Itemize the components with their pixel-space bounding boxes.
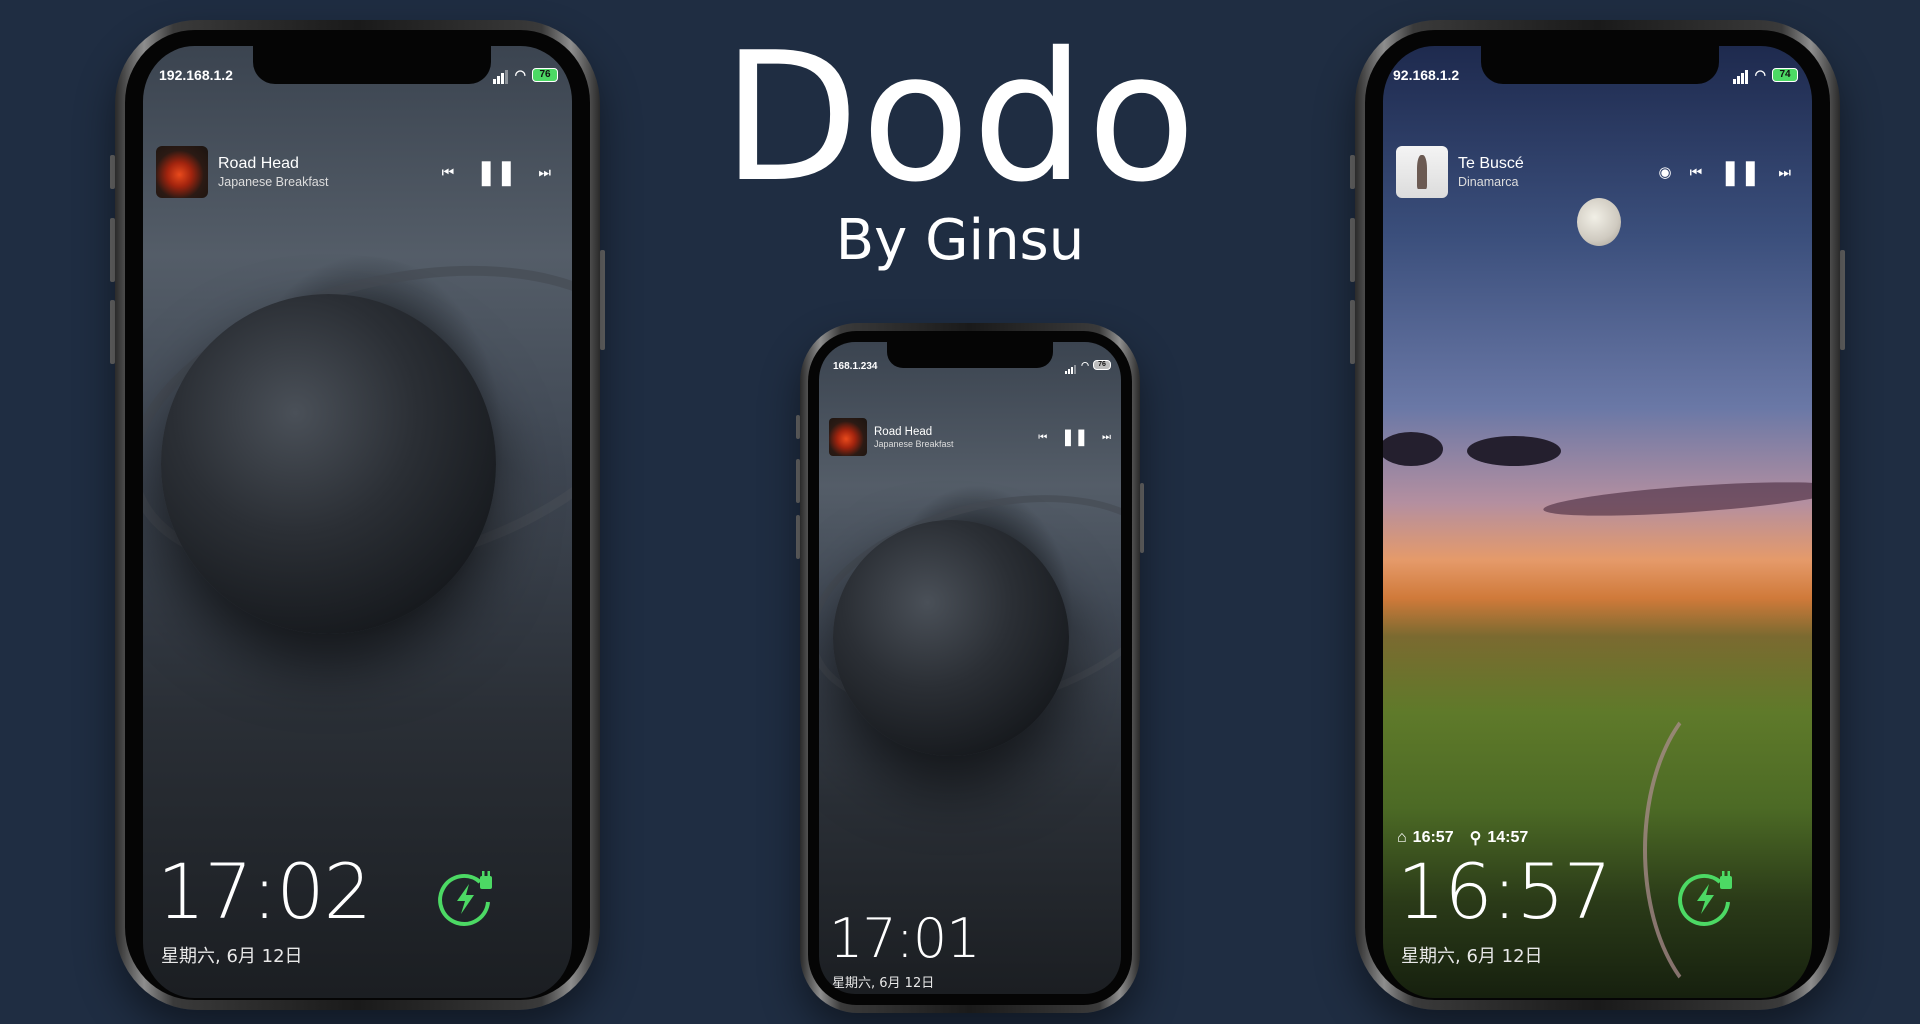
media-player: Road Head Japanese Breakfast ⏮ ❚❚ ⏭ xyxy=(156,146,551,198)
previous-track-icon[interactable]: ⏮ xyxy=(1690,164,1703,181)
song-title: Te Buscé xyxy=(1458,155,1524,172)
song-title: Road Head xyxy=(874,425,933,438)
song-artist: Japanese Breakfast xyxy=(218,175,329,189)
phone-right: 92.168.1.2 ◠ 74 Te Buscé Dinamarca ◉ ⏮ ❚… xyxy=(1350,20,1845,1010)
airplay-speaker-icon[interactable]: ◉ xyxy=(1658,163,1671,181)
lock-clock: 17:01 xyxy=(829,907,981,970)
road xyxy=(1643,686,1812,998)
pause-icon[interactable]: ❚❚ xyxy=(1061,427,1088,447)
song-artist: Dinamarca xyxy=(1458,175,1519,189)
battery-indicator: 76 xyxy=(532,68,558,82)
cellular-signal-icon xyxy=(1065,356,1077,374)
location-pin-icon: ⚲ xyxy=(1469,830,1482,847)
pause-icon[interactable]: ❚❚ xyxy=(476,158,516,187)
status-bar: 92.168.1.2 ◠ 74 xyxy=(1393,66,1798,84)
ip-address: 92.168.1.2 xyxy=(1393,67,1460,83)
next-track-icon[interactable]: ⏭ xyxy=(538,164,551,181)
phone-center-screen: 168.1.234 ◠ 76 Road Head Japanese Breakf… xyxy=(819,342,1121,994)
battery-indicator: 74 xyxy=(1772,68,1798,82)
status-bar: 192.168.1.2 ◠ 76 xyxy=(159,66,558,84)
song-artist: Japanese Breakfast xyxy=(874,438,954,449)
home-time: 16:57 xyxy=(1412,829,1454,846)
home-icon: ⌂ xyxy=(1397,829,1407,846)
lock-clock: 16:57 xyxy=(1397,847,1612,936)
cellular-signal-icon xyxy=(492,66,509,84)
album-art-te-busce[interactable] xyxy=(1396,146,1448,198)
media-player: Road Head Japanese Breakfast ⏮ ❚❚ ⏭ xyxy=(829,418,1111,456)
location-time: 14:57 xyxy=(1487,829,1529,846)
charging-bolt-plug-icon xyxy=(438,871,492,926)
next-track-icon[interactable]: ⏭ xyxy=(1102,432,1111,443)
media-player: Te Buscé Dinamarca ◉ ⏮ ❚❚ ⏭ xyxy=(1396,146,1791,198)
previous-track-icon[interactable]: ⏮ xyxy=(442,164,455,181)
phone-center-power-button xyxy=(1140,483,1144,553)
phone-left-power-button xyxy=(600,250,605,350)
wifi-icon: ◠ xyxy=(1754,67,1766,82)
moon xyxy=(1577,198,1621,246)
cellular-signal-icon xyxy=(1732,66,1749,84)
pause-icon[interactable]: ❚❚ xyxy=(1720,158,1760,187)
ip-address: 192.168.1.2 xyxy=(159,67,233,83)
wifi-icon: ◠ xyxy=(514,67,526,82)
phone-right-screen: 92.168.1.2 ◠ 74 Te Buscé Dinamarca ◉ ⏮ ❚… xyxy=(1383,46,1812,998)
planet-sphere xyxy=(161,294,496,634)
album-art-fire[interactable] xyxy=(829,418,867,456)
previous-track-icon[interactable]: ⏮ xyxy=(1038,432,1047,443)
cloud xyxy=(1383,432,1443,466)
album-art-fire[interactable] xyxy=(156,146,208,198)
wifi-icon: ◠ xyxy=(1081,359,1089,370)
cloud xyxy=(1467,436,1561,466)
song-title: Road Head xyxy=(218,155,299,172)
cloud xyxy=(1542,475,1812,523)
phone-center: 168.1.234 ◠ 76 Road Head Japanese Breakf… xyxy=(796,323,1144,1013)
time-widget: ⌂ 16:57 ⚲ 14:57 xyxy=(1397,828,1528,848)
phone-right-power-button xyxy=(1840,250,1845,350)
app-title: Dodo xyxy=(722,14,1198,221)
planet-sphere xyxy=(833,520,1069,756)
lock-date: 星期六, 6月 12日 xyxy=(161,946,303,967)
lock-clock: 17:02 xyxy=(157,847,372,936)
battery-indicator: 76 xyxy=(1093,360,1111,370)
phone-left-screen: 192.168.1.2 ◠ 76 Road Head Japanese Brea… xyxy=(143,46,572,998)
charging-bolt-plug-icon xyxy=(1678,871,1732,926)
lock-date: 星期六, 6月 12日 xyxy=(832,976,935,991)
next-track-icon[interactable]: ⏭ xyxy=(1778,164,1791,181)
ip-address: 168.1.234 xyxy=(833,361,878,372)
phone-left: 192.168.1.2 ◠ 76 Road Head Japanese Brea… xyxy=(110,20,605,1010)
title-block: Dodo By Ginsu xyxy=(720,18,1200,276)
status-bar: 168.1.234 ◠ 76 xyxy=(833,356,1111,374)
lock-date: 星期六, 6月 12日 xyxy=(1401,946,1543,967)
